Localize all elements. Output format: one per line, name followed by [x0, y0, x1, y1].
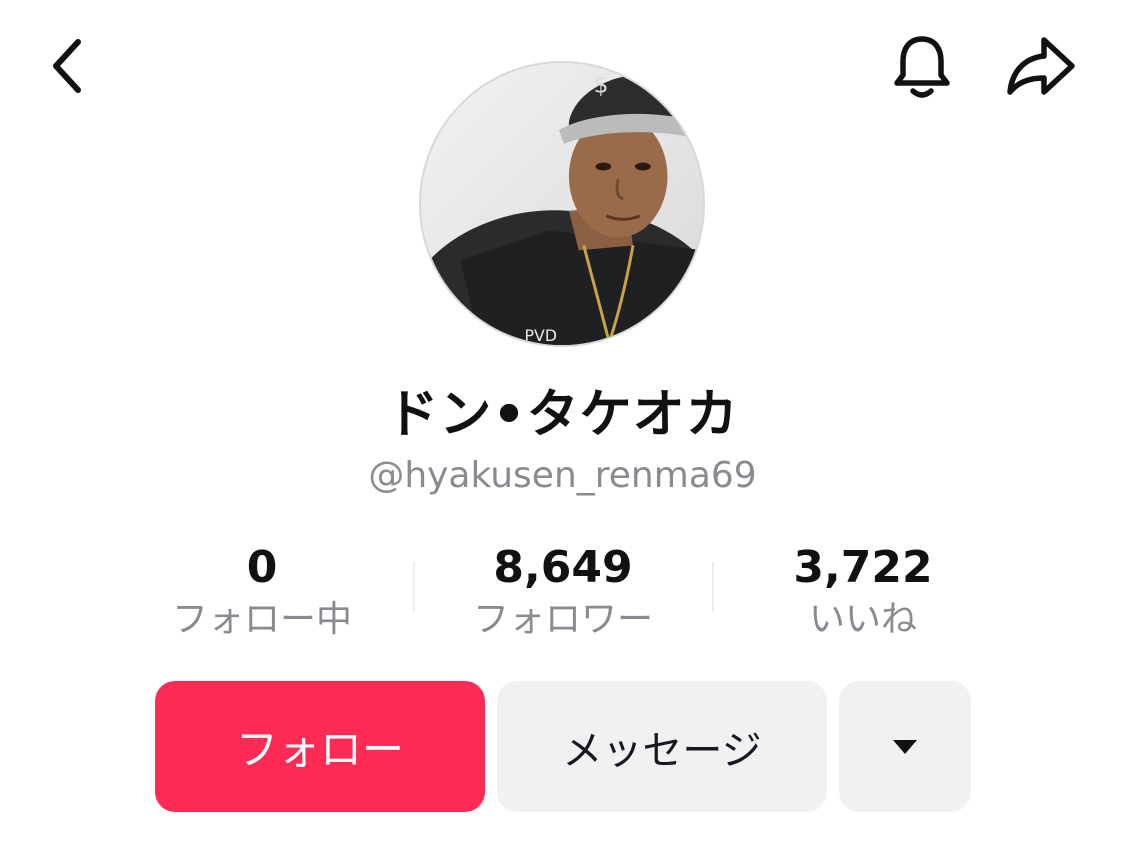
display-name: ドン•タケオカ [386, 385, 739, 445]
chevron-left-icon [53, 39, 81, 93]
stat-followers-count: 8,649 [493, 542, 633, 593]
bell-icon [894, 36, 950, 98]
share-arrow-icon [1007, 37, 1075, 95]
share-button[interactable] [998, 28, 1082, 104]
notification-bell-button[interactable] [884, 26, 960, 106]
stat-divider [712, 562, 714, 612]
profile-avatar[interactable]: $ PVD [419, 61, 705, 347]
stat-following[interactable]: 0 フォロー中 [132, 540, 392, 644]
stat-likes[interactable]: 3,722 いいね [733, 540, 993, 644]
stat-following-label: フォロー中 [171, 599, 352, 640]
more-options-button[interactable] [839, 681, 971, 812]
svg-text:PVD: PVD [525, 326, 557, 345]
stat-followers[interactable]: 8,649 フォロワー [433, 540, 693, 644]
stat-likes-count: 3,722 [793, 542, 933, 593]
username: @hyakusen_renma69 [368, 455, 757, 496]
svg-text:$: $ [594, 71, 609, 99]
message-button-label: メッセージ [562, 727, 762, 774]
follow-button[interactable]: フォロー [155, 681, 485, 812]
back-button[interactable] [36, 30, 100, 102]
avatar-photo: $ PVD [421, 63, 703, 345]
stat-followers-label: フォロワー [472, 599, 653, 640]
stat-following-count: 0 [246, 542, 278, 593]
stat-likes-label: いいね [808, 599, 917, 640]
message-button[interactable]: メッセージ [497, 681, 827, 812]
stat-divider [413, 562, 415, 612]
follow-button-label: フォロー [235, 725, 404, 774]
caret-down-icon [893, 739, 917, 754]
